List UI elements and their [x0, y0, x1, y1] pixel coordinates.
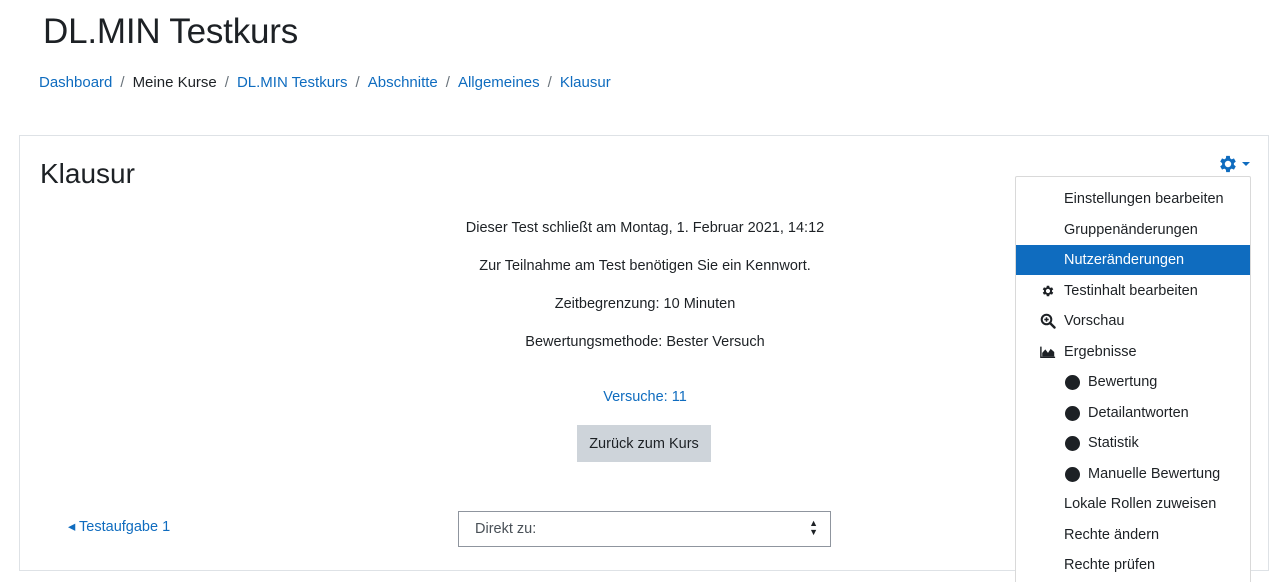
breadcrumb-quiz[interactable]: Klausur: [560, 74, 611, 91]
menu-item-grades[interactable]: Bewertung: [1016, 367, 1250, 397]
menu-item-label: Manuelle Bewertung: [1088, 466, 1221, 482]
menu-item-check-permissions[interactable]: Rechte prüfen: [1016, 550, 1250, 580]
gear-icon: [1220, 155, 1236, 173]
menu-item-label: Einstellungen bearbeiten: [1064, 191, 1224, 207]
breadcrumb-separator: /: [445, 74, 450, 91]
menu-item-manual-grading[interactable]: Manuelle Bewertung: [1016, 459, 1250, 489]
quiz-password-info: Zur Teilnahme am Test benötigen Sie ein …: [479, 258, 811, 274]
bullet-icon: [1065, 374, 1080, 390]
bullet-icon: [1065, 405, 1080, 421]
quiz-close-info: Dieser Test schließt am Montag, 1. Febru…: [465, 220, 825, 236]
breadcrumb-separator: /: [547, 74, 552, 91]
menu-item-label: Vorschau: [1064, 313, 1125, 329]
jump-to-select[interactable]: Direkt zu: ▲ ▼: [458, 511, 831, 547]
attempts-link[interactable]: Versuche: 11: [603, 389, 687, 405]
menu-item-user-overrides[interactable]: Nutzeränderungen: [1016, 245, 1250, 275]
chevron-down-icon: [1242, 162, 1250, 166]
back-to-course-button[interactable]: Zurück zum Kurs: [577, 425, 711, 462]
menu-item-statistics[interactable]: Statistik: [1016, 428, 1250, 458]
menu-item-edit-settings[interactable]: Einstellungen bearbeiten: [1016, 184, 1250, 214]
breadcrumb: Dashboard / Meine Kurse / DL.MIN Testkur…: [39, 74, 611, 91]
bullet-icon: [1065, 466, 1080, 482]
menu-item-label: Statistik: [1088, 435, 1139, 451]
breadcrumb-general[interactable]: Allgemeines: [458, 74, 540, 91]
quiz-title: Klausur: [40, 158, 135, 189]
quiz-time-limit: Zeitbegrenzung: 10 Minuten: [554, 296, 736, 312]
page-title: DL.MIN Testkurs: [43, 12, 299, 51]
breadcrumb-dashboard[interactable]: Dashboard: [39, 74, 112, 91]
menu-item-permissions[interactable]: Rechte ändern: [1016, 520, 1250, 550]
menu-item-assign-roles[interactable]: Lokale Rollen zuweisen: [1016, 489, 1250, 519]
menu-item-label: Nutzeränderungen: [1064, 252, 1185, 268]
quiz-grading-method: Bewertungsmethode: Bester Versuch: [525, 334, 765, 350]
breadcrumb-sections[interactable]: Abschnitte: [368, 74, 438, 91]
breadcrumb-separator: /: [224, 74, 229, 91]
breadcrumb-my-courses: Meine Kurse: [132, 74, 217, 91]
menu-item-label: Testinhalt bearbeiten: [1064, 283, 1198, 299]
menu-item-label: Detailantworten: [1088, 405, 1189, 421]
area-chart-icon: [1040, 344, 1056, 360]
select-arrows-icon: ▲ ▼: [809, 518, 818, 537]
settings-menu-toggle[interactable]: [1217, 153, 1257, 175]
breadcrumb-course[interactable]: DL.MIN Testkurs: [237, 74, 348, 91]
gear-icon: [1040, 283, 1056, 299]
zoom-icon: [1040, 313, 1056, 329]
menu-item-label: Rechte ändern: [1064, 527, 1160, 543]
breadcrumb-separator: /: [355, 74, 360, 91]
menu-item-edit-quiz[interactable]: Testinhalt bearbeiten: [1016, 276, 1250, 306]
menu-item-label: Ergebnisse: [1064, 344, 1137, 360]
breadcrumb-separator: /: [120, 74, 125, 91]
bullet-icon: [1065, 435, 1080, 451]
settings-dropdown-menu: Einstellungen bearbeiten Gruppenänderung…: [1015, 176, 1251, 582]
menu-item-label: Bewertung: [1088, 374, 1158, 390]
jump-to-select-value: Direkt zu:: [475, 521, 537, 537]
menu-item-group-overrides[interactable]: Gruppenänderungen: [1016, 215, 1250, 245]
menu-item-preview[interactable]: Vorschau: [1016, 306, 1250, 336]
menu-item-label: Rechte prüfen: [1064, 557, 1156, 573]
menu-item-responses[interactable]: Detailantworten: [1016, 398, 1250, 428]
menu-item-label: Lokale Rollen zuweisen: [1064, 496, 1217, 512]
menu-item-label: Gruppenänderungen: [1064, 222, 1198, 238]
menu-item-results[interactable]: Ergebnisse: [1016, 337, 1250, 367]
previous-activity-link[interactable]: ◂ Testaufgabe 1: [68, 519, 170, 535]
